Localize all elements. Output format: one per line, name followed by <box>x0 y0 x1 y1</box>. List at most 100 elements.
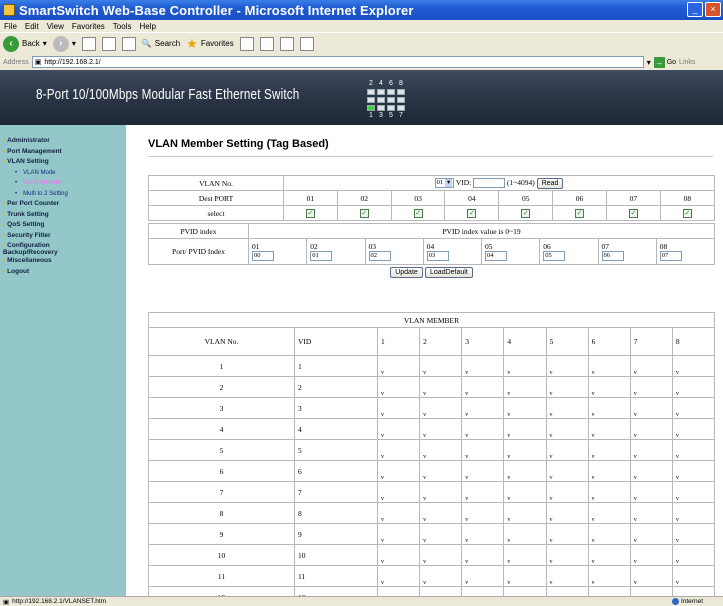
print-icon[interactable] <box>279 36 294 51</box>
member-port-cell: v <box>461 502 505 524</box>
sidebar-item-configuration[interactable]: › Configuration Backup/Recovery <box>0 241 90 256</box>
minimize-button[interactable]: _ <box>687 2 703 17</box>
vid-cell: 3 <box>294 397 378 419</box>
port-checkbox[interactable]: ✓ <box>575 209 585 218</box>
title-divider <box>148 156 713 157</box>
search-button[interactable]: 🔍 Search <box>142 39 180 48</box>
sidebar-item-miscellaneous[interactable]: › Miscellaneous <box>0 256 126 267</box>
vlan-no-cell: 12 <box>148 586 295 596</box>
sidebar-item-security-filter[interactable]: › Security Filter <box>0 231 126 242</box>
sidebar-item-port-management[interactable]: › Port Management <box>0 147 126 158</box>
member-port-cell: v <box>545 418 589 440</box>
menu-tools[interactable]: Tools <box>113 22 132 31</box>
sidebar-item-trunk-setting[interactable]: › Trunk Setting <box>0 210 126 221</box>
menu-view[interactable]: View <box>47 22 64 31</box>
switch-banner: 8-Port 10/100Mbps Modular Fast Ethernet … <box>0 70 723 125</box>
vid-input[interactable] <box>473 178 506 188</box>
search-icon: 🔍 <box>141 39 152 48</box>
back-arrow-icon: ‹ <box>3 35 19 52</box>
update-button[interactable]: Update <box>390 267 423 278</box>
sidebar-item-vlan-setting[interactable]: › VLAN Setting <box>0 157 126 168</box>
pvid-input[interactable]: 01 <box>310 250 333 261</box>
member-port-cell: v <box>376 502 421 524</box>
member-port-cell: v <box>545 439 589 461</box>
port-checkbox[interactable]: ✓ <box>305 209 315 218</box>
pvid-input[interactable]: 05 <box>543 250 566 261</box>
port-checkbox[interactable]: ✓ <box>359 209 369 218</box>
arrow-icon: › <box>3 231 6 239</box>
member-port-cell: v <box>629 355 673 377</box>
mail-icon[interactable] <box>259 36 274 51</box>
vlan-no-cell: 10 <box>148 544 295 566</box>
port-checkbox[interactable]: ✓ <box>682 209 692 218</box>
port-number: 04 <box>426 241 435 251</box>
menu-file[interactable]: File <box>4 22 17 31</box>
address-input[interactable]: ▣ http://192.168.2.1/ <box>31 56 644 68</box>
stop-icon[interactable] <box>81 36 96 51</box>
member-port-cell: v <box>545 397 589 419</box>
member-port-cell: v <box>461 418 505 440</box>
pvid-input[interactable]: 00 <box>252 250 274 261</box>
sidebar-item-logout[interactable]: › Logout <box>0 267 126 278</box>
pvid-input[interactable]: 03 <box>426 250 449 261</box>
member-port-cell: v <box>461 460 505 482</box>
sidebar-item-administrator[interactable]: › Administrator <box>0 136 126 147</box>
vlan-no-cell: 4 <box>148 418 295 440</box>
pvid-index-label: PVID index <box>148 223 249 239</box>
arrow-icon: › <box>3 158 6 165</box>
member-port-cell: v <box>629 460 673 482</box>
member-port-cell: v <box>587 502 631 524</box>
main-content: VLAN Member Setting (Tag Based) VLAN No.… <box>148 125 716 596</box>
col-port: 2 <box>419 327 463 356</box>
read-button[interactable]: Read <box>536 177 564 189</box>
pvid-input[interactable]: 02 <box>368 250 391 261</box>
arrow-icon: › <box>3 137 6 144</box>
port-checkbox[interactable]: ✓ <box>413 209 423 218</box>
edit-icon[interactable] <box>299 36 314 51</box>
port-header: 07 <box>605 190 661 206</box>
port-number: 06 <box>543 241 551 251</box>
vid-cell: 11 <box>294 565 378 587</box>
member-port-cell: v <box>419 523 463 545</box>
member-port-cell: v <box>545 460 589 482</box>
table-row: 44vvvvvvvv <box>148 418 716 440</box>
member-port-cell: v <box>629 376 673 398</box>
sidebar-item-qos-setting[interactable]: › QoS Setting <box>0 220 126 231</box>
member-port-cell: v <box>629 397 673 419</box>
pvid-input[interactable]: 07 <box>659 250 682 261</box>
address-dropdown-icon[interactable]: ▾ <box>647 58 651 67</box>
member-port-cell: v <box>629 439 673 461</box>
port-checkbox[interactable]: ✓ <box>628 209 638 218</box>
pvid-input[interactable]: 04 <box>485 250 507 261</box>
close-button[interactable]: × <box>705 2 721 17</box>
vid-cell: 8 <box>294 502 378 524</box>
home-icon[interactable] <box>121 36 136 51</box>
sidebar-item-per-port-counter[interactable]: › Per Port Counter <box>0 199 126 210</box>
port-num-top: 4 <box>379 80 383 87</box>
menu-edit[interactable]: Edit <box>25 22 39 31</box>
sidebar-sub-vlan-member[interactable]: • VLAN Member <box>0 178 126 189</box>
back-button[interactable]: ‹ Back ▾ <box>3 35 47 52</box>
history-icon[interactable] <box>239 36 254 51</box>
refresh-icon[interactable] <box>101 36 116 51</box>
pvid-input[interactable]: 06 <box>601 250 624 261</box>
member-port-cell: v <box>376 397 421 419</box>
vlan-no-select[interactable]: 01 ▾ <box>434 178 455 188</box>
forward-button[interactable]: › ▾ <box>52 35 76 52</box>
port-led <box>367 97 375 103</box>
menu-help[interactable]: Help <box>139 22 155 31</box>
page-icon: ▣ <box>3 598 10 606</box>
load-default-button[interactable]: LoadDefault <box>425 267 473 278</box>
links-label[interactable]: Links <box>679 59 695 66</box>
sidebar-sub-vlan-mode[interactable]: • VLAN Mode <box>0 168 126 179</box>
go-button[interactable]: → Go <box>653 56 676 68</box>
menu-favorites[interactable]: Favorites <box>72 22 105 31</box>
port-checkbox[interactable]: ✓ <box>521 209 531 218</box>
bullet-icon: • <box>15 190 18 197</box>
port-status-panel: 2 4 6 8 1 3 5 7 <box>366 80 406 120</box>
member-port-cell: v <box>629 523 673 545</box>
port-checkbox[interactable]: ✓ <box>467 209 477 218</box>
sidebar-sub-multi-to-2[interactable]: • Multi to 2 Setting <box>0 189 126 200</box>
favorites-button[interactable]: ★ Favorites <box>186 36 234 52</box>
vlan-no-cell: 8 <box>148 502 295 524</box>
